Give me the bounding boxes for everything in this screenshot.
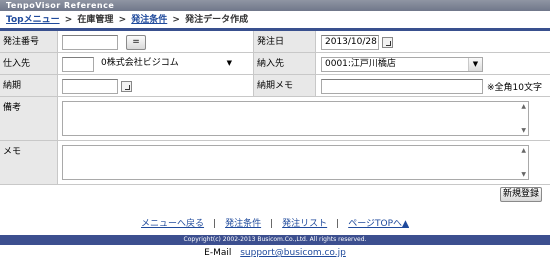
form-row-order: 発注番号 = 発注日 2013/10/28 <box>0 31 550 53</box>
memo-textarea[interactable]: ▲ ▼ <box>62 145 529 180</box>
order-number-input[interactable] <box>62 35 118 50</box>
breadcrumb: Topメニュー > 在庫管理 > 発注条件 > 発注データ作成 <box>0 11 550 31</box>
email-line: E-Mail support@busicom.co.jp <box>0 248 550 258</box>
form-row-memo: メモ ▲ ▼ <box>0 141 550 185</box>
delivery-memo-label: 納期メモ <box>253 75 316 96</box>
delivery-dest-select[interactable]: 0001:江戸川橋店 ▼ <box>321 57 483 72</box>
delivery-date-input[interactable] <box>62 79 118 94</box>
form-row-supplier: 仕入先 0株式会社ビジコム ▼ 納入先 0001:江戸川橋店 ▼ <box>0 53 550 75</box>
footer-links: メニューへ戻る | 発注条件 | 発注リスト | ページTOPへ▲ <box>141 219 409 229</box>
back-to-menu-link[interactable]: メニューへ戻る <box>141 219 204 229</box>
email-label: E-Mail <box>204 248 232 258</box>
delivery-memo-input[interactable] <box>321 79 483 94</box>
order-terms-link[interactable]: 発注条件 <box>225 219 261 229</box>
breadcrumb-separator: > <box>64 15 73 25</box>
breadcrumb-separator: > <box>172 15 180 25</box>
register-button[interactable]: 新規登録 <box>500 187 542 202</box>
delivery-date-label: 納期 <box>0 75 58 96</box>
order-date-input[interactable]: 2013/10/28 <box>321 35 379 50</box>
remarks-textarea[interactable]: ▲ ▼ <box>62 101 529 136</box>
scroll-up-icon[interactable]: ▲ <box>521 147 526 154</box>
chevron-down-icon: ▼ <box>226 59 232 67</box>
scroll-down-icon[interactable]: ▼ <box>521 127 526 134</box>
breadcrumb-inventory: 在庫管理 <box>77 15 114 25</box>
order-list-link[interactable]: 発注リスト <box>282 219 327 229</box>
window-title: TenpoVisor Reference <box>0 0 550 11</box>
order-number-search-button[interactable]: = <box>126 35 146 50</box>
calendar-icon[interactable] <box>121 81 132 92</box>
form-row-delivery: 納期 納期メモ ※全角10文字 <box>0 75 550 97</box>
breadcrumb-order-terms-link[interactable]: 発注条件 <box>131 15 167 25</box>
remarks-label: 備考 <box>0 97 58 140</box>
form-row-remarks: 備考 ▲ ▼ <box>0 97 550 141</box>
memo-label: メモ <box>0 141 58 184</box>
order-number-label: 発注番号 <box>0 31 58 52</box>
breadcrumb-separator: > <box>118 15 127 25</box>
order-date-label: 発注日 <box>253 31 316 52</box>
chevron-down-icon: ▼ <box>468 58 482 71</box>
copyright-bar: Copyright(c) 2002-2013 Busicom.Co.,Ltd. … <box>0 235 550 245</box>
supplier-label: 仕入先 <box>0 53 58 74</box>
page-top-link[interactable]: ページTOPへ▲ <box>348 219 409 229</box>
calendar-icon[interactable] <box>382 37 393 48</box>
breadcrumb-top-link[interactable]: Topメニュー <box>6 15 60 25</box>
scroll-down-icon[interactable]: ▼ <box>521 171 526 178</box>
scroll-up-icon[interactable]: ▲ <box>521 103 526 110</box>
delivery-dest-label: 納入先 <box>253 53 316 74</box>
supplier-select[interactable]: 0株式会社ビジコム ▼ <box>98 57 238 72</box>
email-link[interactable]: support@busicom.co.jp <box>240 248 346 258</box>
breadcrumb-current: 発注データ作成 <box>185 15 249 25</box>
delivery-memo-note: ※全角10文字 <box>487 83 542 93</box>
supplier-code-input[interactable] <box>62 57 94 72</box>
